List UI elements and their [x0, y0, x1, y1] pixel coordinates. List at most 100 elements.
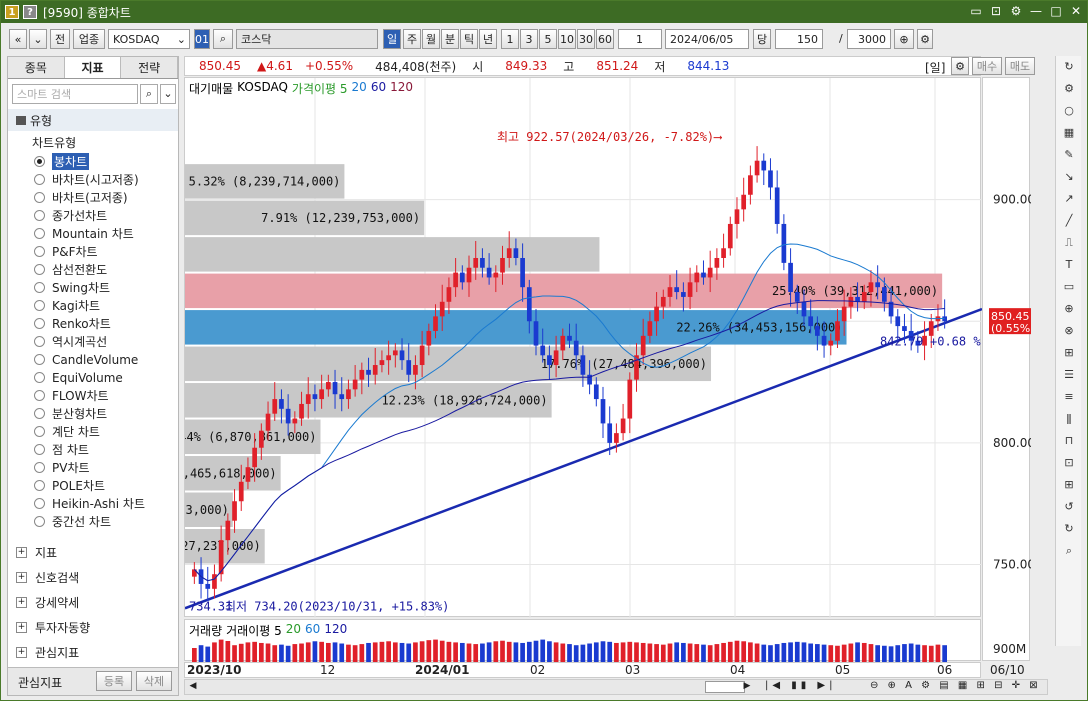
drawing-tool-icon[interactable]: ╱ — [1061, 214, 1077, 230]
chart-type-item[interactable]: CandleVolume — [52, 351, 138, 368]
window-badge-1[interactable]: 1 — [5, 5, 19, 19]
legend-item[interactable]: 대기매물 — [189, 80, 233, 97]
chart-type-radio[interactable] — [34, 246, 45, 257]
zero-one-button[interactable]: 01 — [194, 29, 210, 49]
drawing-tool-icon[interactable]: ⊕ — [1061, 302, 1077, 318]
volume-legend-item[interactable]: 20 — [286, 622, 301, 639]
chart-type-item[interactable]: POLE차트 — [52, 477, 105, 494]
period-month[interactable]: 월 — [422, 29, 440, 49]
x-axis[interactable]: 2023/10 12 2024/01 02 03 04 05 06 06/10 — [184, 662, 1025, 678]
chart-type-item[interactable]: Mountain 차트 — [52, 225, 134, 242]
register-button[interactable]: 등록 — [96, 671, 132, 691]
volume-legend-item[interactable]: 거래이평 5 — [226, 622, 282, 639]
chart-type-radio[interactable] — [34, 210, 45, 221]
drawing-tool-icon[interactable]: ○ — [1061, 104, 1077, 120]
tab-indicator[interactable]: 지표 — [64, 57, 122, 78]
spin-input[interactable]: 1 — [618, 29, 662, 49]
chart-type-radio[interactable] — [34, 426, 45, 437]
period-week[interactable]: 주 — [403, 29, 421, 49]
search-icon[interactable]: ⌕ — [140, 84, 158, 104]
settings-icon[interactable]: ⚙ — [1009, 4, 1023, 18]
scroll-left-icon[interactable]: ◀ — [187, 681, 199, 693]
scroll-thumb[interactable] — [705, 681, 745, 693]
chart-type-radio[interactable] — [34, 480, 45, 491]
interval-10[interactable]: 10 — [558, 29, 576, 49]
volume-legend-item[interactable]: 60 — [305, 622, 320, 639]
chart-scrollbar[interactable]: ◀ ▶ |◀ ▮▮ ▶| ⊖ ⊕ A ⚙ ▤ ▦ ⊞ ⊟ ✛ ⊠ — [184, 679, 1048, 695]
price-chart[interactable]: 5.32% (8,239,714,000) 7.91% (12,239,753,0… — [92, 77, 988, 618]
drawing-tool-icon[interactable]: ↻ — [1061, 60, 1077, 76]
group-indicator[interactable]: + 지표 — [16, 544, 57, 561]
interval-60[interactable]: 60 — [596, 29, 614, 49]
smart-search-input[interactable]: 스마트 검색 — [12, 84, 138, 104]
chart-type-item[interactable]: 바차트(고저종) — [52, 189, 128, 206]
interval-30[interactable]: 30 — [577, 29, 595, 49]
chart-type-item[interactable]: 중간선 차트 — [52, 513, 111, 530]
code-input[interactable]: KOSDAQ ⌄ — [108, 29, 190, 49]
group-strength[interactable]: + 강세약세 — [16, 594, 79, 611]
buy-button[interactable]: 매수 — [972, 57, 1002, 75]
chart-type-item[interactable]: 분산형차트 — [52, 405, 107, 422]
chart-type-item[interactable]: Swing차트 — [52, 279, 110, 296]
group-signal[interactable]: + 신호검색 — [16, 569, 79, 586]
tree-root[interactable]: 차트유형 — [32, 134, 76, 151]
chart-type-item[interactable]: 종가선차트 — [52, 207, 107, 224]
drawing-tool-icon[interactable]: ⊞ — [1061, 478, 1077, 494]
chart-type-item[interactable]: PV차트 — [52, 459, 90, 476]
chart-type-item[interactable]: 계단 차트 — [52, 423, 100, 440]
total-input[interactable]: 3000 — [847, 29, 891, 49]
chart-type-item[interactable]: 삼선전환도 — [52, 261, 107, 278]
tab-stock[interactable]: 종목 — [8, 57, 65, 78]
nav-down-button[interactable]: ⌄ — [29, 29, 47, 49]
drawing-tool-icon[interactable]: ⊓ — [1061, 434, 1077, 450]
chart-type-radio[interactable] — [34, 192, 45, 203]
drawing-tool-icon[interactable]: ⊡ — [1061, 456, 1077, 472]
nav-prev-button[interactable]: « — [9, 29, 27, 49]
chart-type-radio[interactable] — [34, 390, 45, 401]
chart-type-radio[interactable] — [34, 300, 45, 311]
chart-type-radio[interactable] — [34, 354, 45, 365]
drawing-tool-icon[interactable]: ▦ — [1061, 126, 1077, 142]
help-badge[interactable]: ? — [23, 5, 37, 19]
price-chart-svg[interactable]: 5.32% (8,239,714,000) 7.91% (12,239,753,0… — [92, 78, 988, 618]
chart-type-radio[interactable] — [34, 516, 45, 527]
drawing-tool-icon[interactable]: ☰ — [1061, 368, 1077, 384]
link-icon[interactable]: ▭ — [969, 4, 983, 18]
legend-item[interactable]: 120 — [390, 80, 413, 97]
chart-type-item[interactable]: 역시계곡선 — [52, 333, 107, 350]
scroll-right-icon[interactable]: ▶ — [741, 681, 753, 693]
drawing-tool-icon[interactable]: ≡ — [1061, 390, 1077, 406]
chart-type-radio[interactable] — [34, 336, 45, 347]
tab-strategy[interactable]: 전략 — [121, 57, 179, 78]
chart-type-radio[interactable] — [34, 408, 45, 419]
group-investor[interactable]: + 투자자동향 — [16, 619, 90, 636]
drawing-tool-icon[interactable]: ↘ — [1061, 170, 1077, 186]
count-input[interactable]: 150 — [775, 29, 823, 49]
interval-1[interactable]: 1 — [501, 29, 519, 49]
sell-button[interactable]: 매도 — [1005, 57, 1035, 75]
drawing-tool-icon[interactable]: ✎ — [1061, 148, 1077, 164]
group-watch[interactable]: + 관심지표 — [16, 644, 79, 661]
interval-5[interactable]: 5 — [539, 29, 557, 49]
drawing-tool-icon[interactable]: ↺ — [1061, 500, 1077, 516]
chart-type-item[interactable]: 점 차트 — [52, 441, 89, 458]
chart-type-radio[interactable] — [34, 498, 45, 509]
chart-type-radio[interactable] — [34, 318, 45, 329]
close-button[interactable]: ✕ — [1069, 4, 1083, 18]
maximize-button[interactable]: □ — [1049, 4, 1063, 18]
drawing-tool-icon[interactable]: ǁ — [1061, 412, 1077, 428]
legend-item[interactable]: 60 — [371, 80, 386, 97]
period-tick[interactable]: 틱 — [460, 29, 478, 49]
chart-type-radio[interactable] — [34, 444, 45, 455]
volume-legend-item[interactable]: 120 — [324, 622, 347, 639]
section-type[interactable]: 유형 — [8, 109, 178, 131]
chart-type-item[interactable]: EquiVolume — [52, 369, 123, 386]
chevron-down-icon[interactable]: ⌄ — [160, 84, 176, 104]
legend-item[interactable]: 가격이평 5 — [292, 80, 348, 97]
chart-type-item[interactable]: Heikin-Ashi 차트 — [52, 495, 145, 512]
minimize-button[interactable]: — — [1029, 4, 1043, 18]
drawing-tool-icon[interactable]: ⚙ — [1061, 82, 1077, 98]
drawing-tool-icon[interactable]: ▭ — [1061, 280, 1077, 296]
chart-type-item[interactable]: Kagi차트 — [52, 297, 100, 314]
legend-item[interactable]: KOSDAQ — [237, 80, 288, 97]
